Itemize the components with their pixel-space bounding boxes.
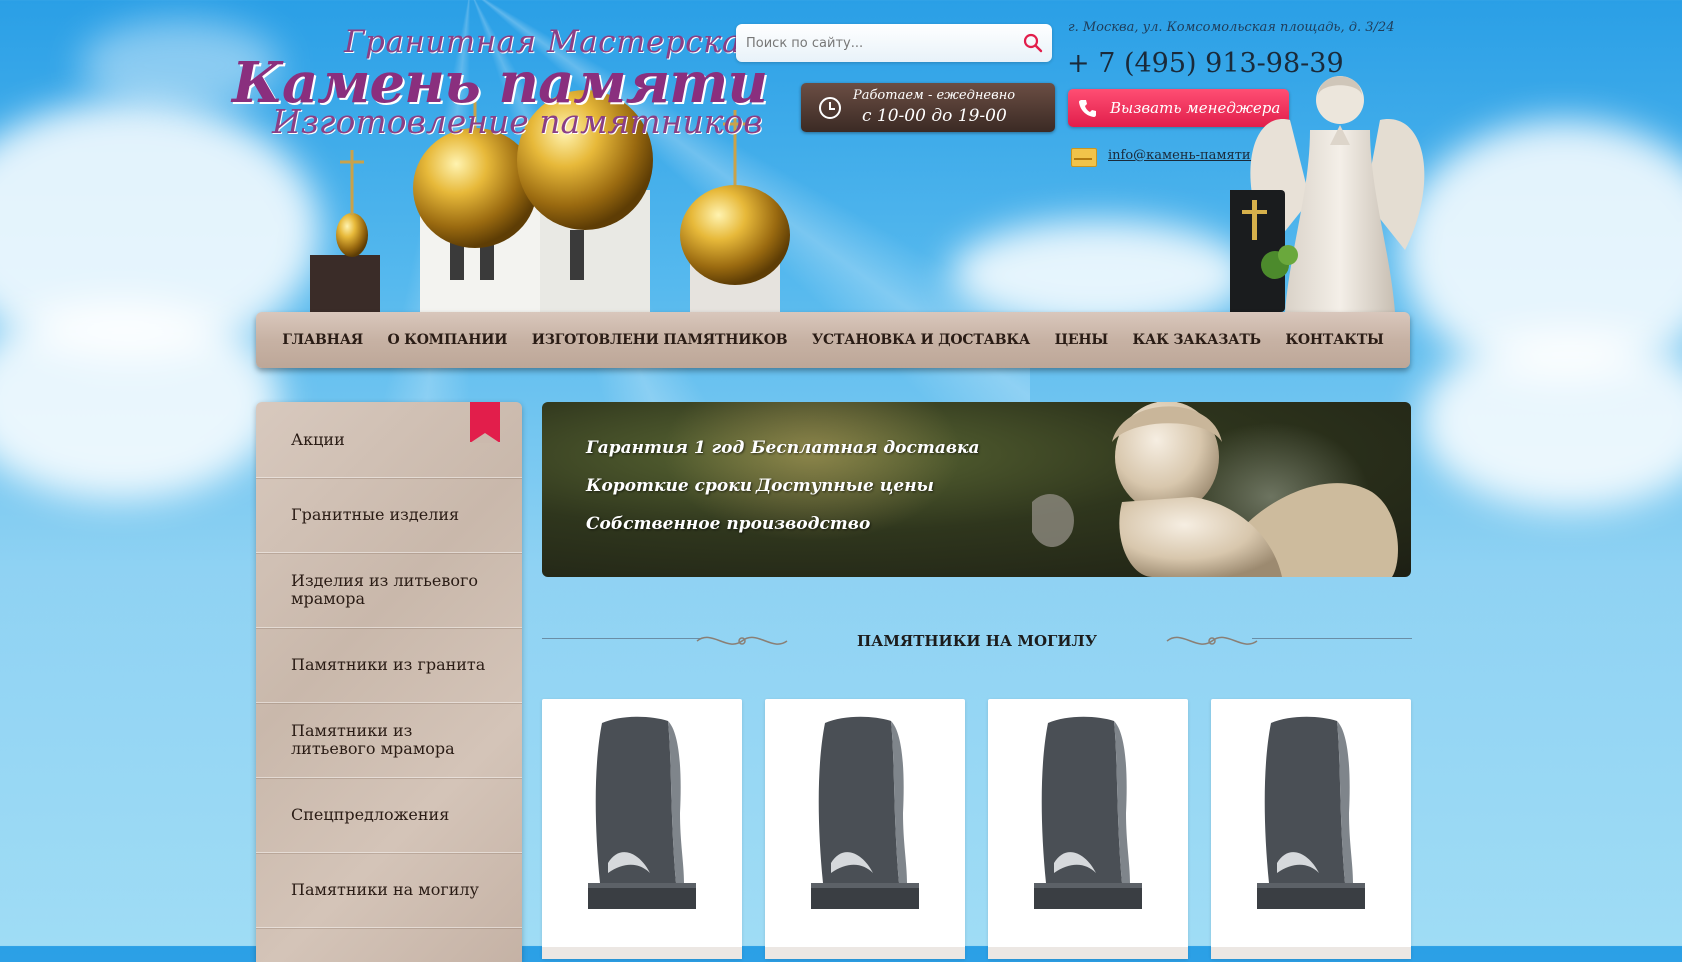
logo-tagline: Изготовление памятников: [272, 102, 763, 141]
product-card[interactable]: [988, 699, 1188, 959]
nav-home[interactable]: ГЛАВНАЯ: [282, 332, 363, 348]
sidebar-item-promotions[interactable]: Акции: [256, 402, 522, 478]
nav-installation-delivery[interactable]: УСТАНОВКА И ДОСТАВКА: [812, 332, 1030, 348]
sidebar-item-special-offers[interactable]: Спецпредложения: [256, 777, 522, 853]
cloud-decor: [1420, 330, 1682, 510]
hours-time: с 10-00 до 19-00: [862, 106, 1007, 126]
feature-affordable-prices: Доступные цены: [756, 476, 934, 496]
sidebar-item-label: Гранитные изделия: [291, 504, 460, 524]
sidebar-item-granite-monuments[interactable]: Памятники из гранита: [256, 627, 522, 703]
main-nav: ГЛАВНАЯ О КОМПАНИИ ИЗГОТОВЛЕНИ ПАМЯТНИКО…: [256, 312, 1410, 368]
sidebar-item-label: Памятники на могилу: [291, 879, 479, 899]
phone-icon: [1079, 100, 1096, 117]
feature-own-production: Собственное производство: [586, 514, 871, 534]
sidebar-item-label: Изделия из литьевого мрамора: [291, 570, 478, 608]
sidebar-menu: Акции Гранитные изделия Изделия из литье…: [256, 402, 522, 962]
sidebar-item-label: Акции: [291, 429, 345, 449]
card-footer: [765, 947, 965, 959]
feature-free-delivery: Бесплатная доставка: [751, 438, 980, 458]
nav-contacts[interactable]: КОНТАКТЫ: [1285, 332, 1384, 348]
section-heading: ПАМЯТНИКИ НА МОГИЛУ: [542, 630, 1412, 654]
product-card[interactable]: [1211, 699, 1411, 959]
mail-icon: [1071, 148, 1097, 167]
working-hours-badge: Работаем - ежедневно с 10-00 до 19-00: [801, 83, 1055, 132]
search-input[interactable]: [740, 24, 1006, 62]
sidebar-item-grave-monuments[interactable]: Памятники на могилу: [256, 852, 522, 928]
search-icon[interactable]: [1022, 32, 1044, 54]
product-card[interactable]: [542, 699, 742, 959]
nav-how-to-order[interactable]: КАК ЗАКАЗАТЬ: [1132, 332, 1261, 348]
monument-image: [811, 716, 919, 909]
address-text: г. Москва, ул. Комсомольская площадь, д.…: [1068, 20, 1395, 35]
bookmark-ribbon-icon: [470, 402, 500, 443]
promo-banner: Гарантия 1 год Бесплатная доставка Корот…: [542, 402, 1411, 577]
sidebar-item-label: Памятники из литьевого мрамора: [291, 720, 455, 758]
card-footer: [1211, 947, 1411, 959]
feature-short-terms: Короткие сроки: [586, 476, 753, 496]
feature-warranty: Гарантия 1 год: [586, 438, 745, 458]
hours-label: Работаем - ежедневно: [853, 88, 1016, 103]
search-box: [736, 24, 1052, 62]
nav-about[interactable]: О КОМПАНИИ: [387, 332, 507, 348]
site-logo[interactable]: Гранитная Мастерская Камень памяти Изгот…: [226, 22, 768, 152]
cherub-statue-image: [1032, 402, 1398, 577]
angel-statue-image: [1230, 76, 1425, 312]
clock-icon: [819, 97, 841, 119]
sidebar-item-cast-marble-monuments[interactable]: Памятники из литьевого мрамора: [256, 702, 522, 778]
sidebar-item-granite-products[interactable]: Гранитные изделия: [256, 477, 522, 553]
ornament-icon: [1166, 636, 1258, 645]
monument-image: [1257, 716, 1365, 909]
section-title: ПАМЯТНИКИ НА МОГИЛУ: [856, 632, 1097, 650]
nav-prices[interactable]: ЦЕНЫ: [1055, 332, 1109, 348]
divider-line: [1252, 638, 1412, 639]
monument-image: [1034, 716, 1142, 909]
sidebar-item-label: Спецпредложения: [291, 804, 450, 824]
sidebar-item-cast-marble-products[interactable]: Изделия из литьевого мрамора: [256, 552, 522, 628]
sidebar-item-label: Памятники из гранита: [291, 654, 486, 674]
nav-manufacturing[interactable]: ИЗГОТОВЛЕНИ ПАМЯТНИКОВ: [532, 332, 788, 348]
product-card[interactable]: [765, 699, 965, 959]
card-footer: [542, 947, 742, 959]
monument-image: [588, 716, 696, 909]
card-footer: [988, 947, 1188, 959]
